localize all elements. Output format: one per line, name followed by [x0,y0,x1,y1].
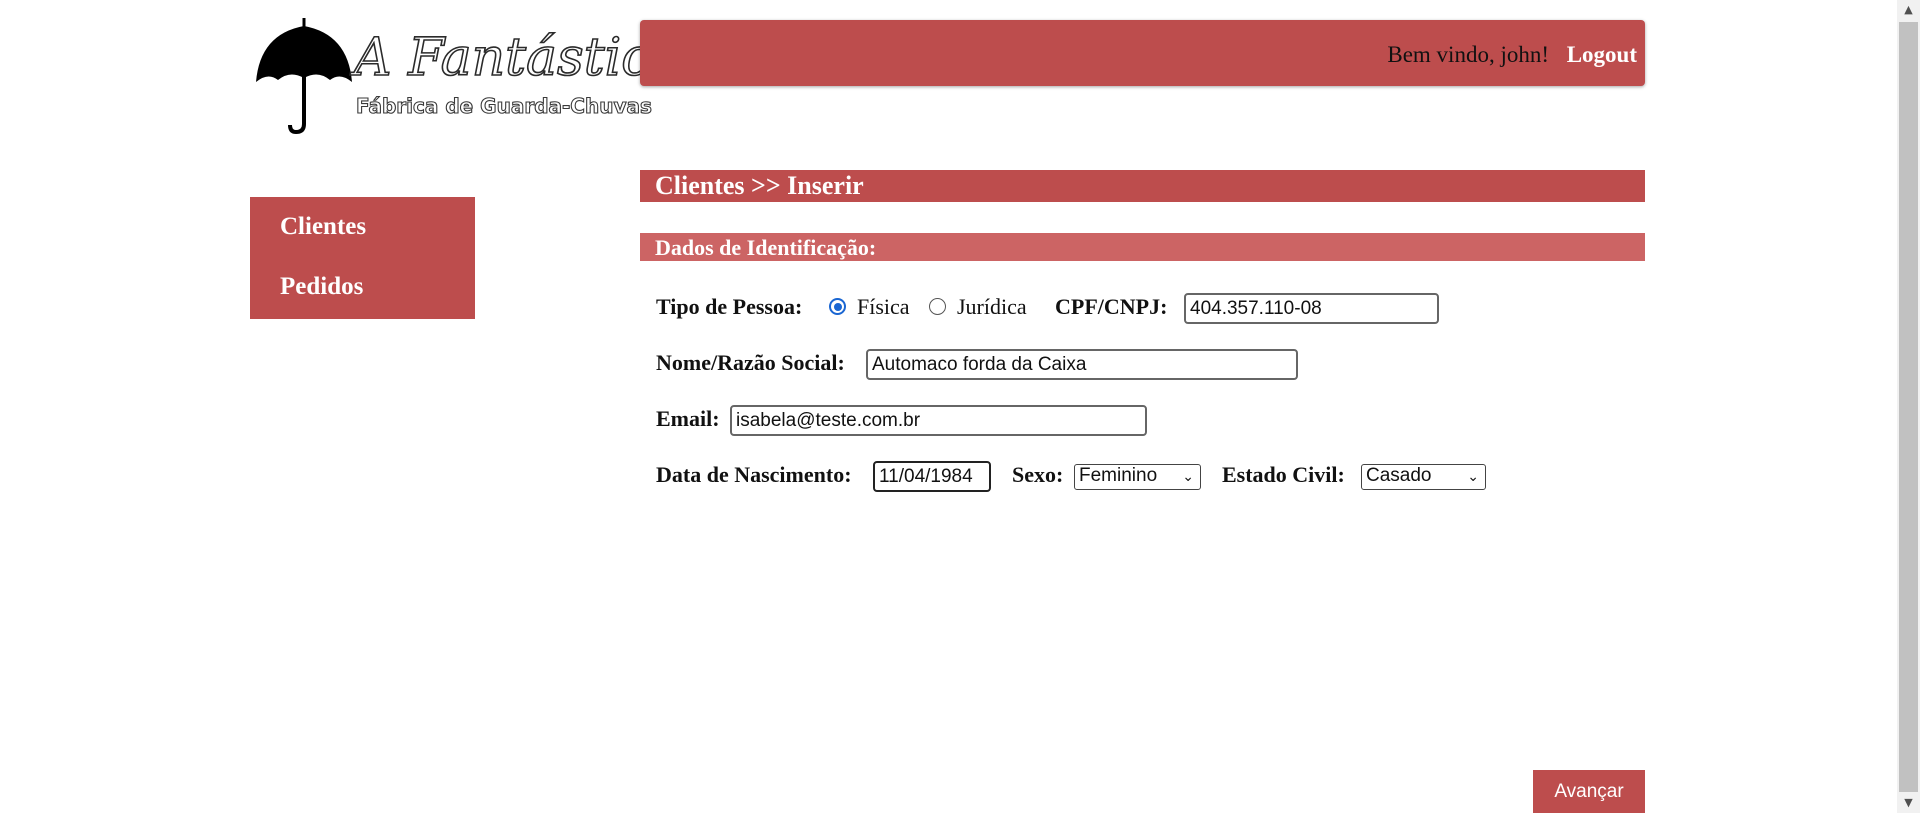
section-header: Dados de Identificação: [640,233,1645,261]
header-bar: Bem vindo, john! Logout [640,20,1645,86]
scroll-thumb[interactable] [1899,22,1918,792]
chevron-down-icon: ⌄ [1182,468,1194,484]
section-title: Dados de Identificação: [655,235,877,260]
sidebar-item-pedidos[interactable]: Pedidos [280,273,363,301]
nome-field[interactable]: Automaco forda da Caixa [866,349,1298,380]
umbrella-icon [256,18,352,134]
cpf-label: CPF/CNPJ: [1055,294,1168,319]
page-title-bar: Clientes >> Inserir [640,170,1645,202]
sexo-select[interactable]: Feminino ⌄ [1074,464,1201,490]
sexo-label: Sexo: [1012,462,1064,487]
radio-juridica-label: Jurídica [957,294,1027,319]
email-field[interactable]: isabela@teste.com.br [730,405,1147,436]
estado-civil-label: Estado Civil: [1222,462,1345,487]
nascimento-field[interactable]: 11/04/1984 [873,461,991,492]
radio-fisica-label: Física [857,294,910,319]
logout-link[interactable]: Logout [1567,42,1637,68]
radio-juridica[interactable] [929,298,946,315]
logo-title: A Fantástica [353,27,682,89]
sidebar-item-clientes[interactable]: Clientes [280,213,366,241]
logo-subtitle: Fábrica de Guarda-Chuvas [355,93,652,118]
advance-button[interactable]: Avançar [1533,770,1645,813]
radio-fisica[interactable] [829,298,846,315]
email-label: Email: [656,406,720,431]
nascimento-label: Data de Nascimento: [656,462,852,487]
page-title: Clientes >> Inserir [655,171,864,200]
estado-civil-select-value: Casado [1366,465,1432,486]
estado-civil-select[interactable]: Casado ⌄ [1361,464,1486,490]
nome-label: Nome/Razão Social: [656,350,845,375]
side-menu: Clientes Pedidos [250,197,475,319]
welcome-message: Bem vindo, john! [1387,42,1549,67]
cpf-field[interactable]: 404.357.110-08 [1184,293,1439,324]
vertical-scrollbar[interactable]: ▲ ▼ [1897,0,1920,813]
tipo-pessoa-label: Tipo de Pessoa: [656,294,803,319]
scroll-down-arrow-icon[interactable]: ▼ [1897,793,1920,813]
scroll-up-arrow-icon[interactable]: ▲ [1897,0,1920,20]
sexo-select-value: Feminino [1079,465,1158,486]
chevron-down-icon: ⌄ [1467,468,1479,484]
logo: A Fantástica Fábrica de Guarda-Chuvas [252,14,682,134]
